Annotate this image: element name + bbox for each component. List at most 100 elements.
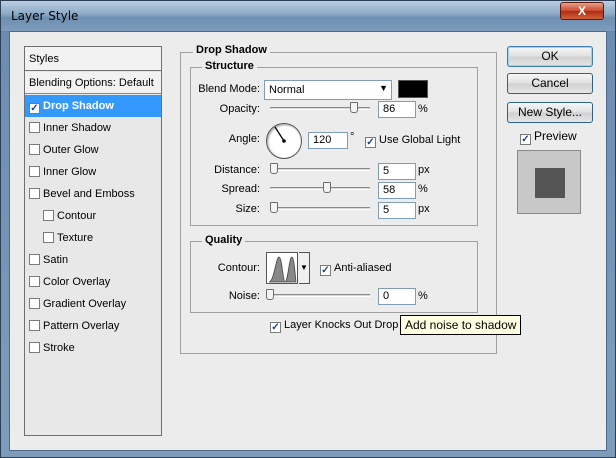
stroke-checkbox[interactable]: [29, 342, 40, 353]
angle-unit: °: [350, 131, 355, 143]
size-slider-thumb[interactable]: [270, 202, 278, 213]
gradient-overlay-checkbox[interactable]: [29, 298, 40, 309]
drop-shadow-group-title: Drop Shadow: [193, 44, 270, 56]
opacity-field[interactable]: 86: [378, 101, 416, 118]
window-title: Layer Style: [11, 9, 79, 23]
spread-label: Spread:: [221, 183, 260, 195]
noise-label: Noise:: [228, 290, 260, 302]
blend-mode-select[interactable]: Normal ▼: [264, 80, 392, 100]
style-item-label: Stroke: [43, 342, 75, 354]
distance-slider-thumb[interactable]: [270, 163, 278, 174]
noise-field[interactable]: 0: [378, 288, 416, 305]
style-item-label: Inner Shadow: [43, 122, 111, 134]
layer-knocks-out-option[interactable]: ✓ Layer Knocks Out Drop Sh: [270, 319, 415, 333]
use-global-light-checkbox[interactable]: ✓: [365, 137, 376, 148]
anti-aliased-checkbox[interactable]: ✓: [320, 265, 331, 276]
quality-group-title: Quality: [202, 234, 246, 246]
styles-list: Styles Blending Options: Default ✓ Drop S…: [24, 46, 162, 436]
layer-knocks-out-label: Layer Knocks Out Drop Sh: [284, 319, 415, 331]
style-preview-thumbnail: [517, 150, 581, 214]
use-global-light-option[interactable]: ✓ Use Global Light: [365, 134, 460, 148]
style-item-label: Texture: [57, 232, 94, 244]
size-label: Size:: [235, 203, 260, 215]
style-item-contour[interactable]: Contour: [25, 205, 161, 227]
opacity-slider-thumb[interactable]: [350, 102, 358, 113]
inner-shadow-checkbox[interactable]: [29, 122, 40, 133]
title-bar[interactable]: Layer Style X: [1, 1, 615, 31]
styles-header[interactable]: Styles: [25, 47, 161, 71]
style-item-label: Gradient Overlay: [43, 298, 127, 310]
anti-aliased-option[interactable]: ✓ Anti-aliased: [320, 262, 391, 276]
style-item-satin[interactable]: Satin: [25, 249, 161, 271]
spread-slider-track[interactable]: [270, 187, 370, 190]
style-item-label: Contour: [57, 210, 97, 222]
distance-slider-track[interactable]: [270, 168, 370, 171]
preview-option[interactable]: ✓ Preview: [520, 129, 577, 145]
ok-button[interactable]: OK: [507, 46, 593, 67]
angle-dial-needle-icon: [274, 126, 286, 143]
opacity-unit: %: [418, 103, 428, 115]
blending-options-item[interactable]: Blending Options: Default: [25, 72, 161, 94]
preview-square: [535, 168, 565, 198]
style-item-bevel-emboss[interactable]: Bevel and Emboss: [25, 183, 161, 205]
style-item-label: Color Overlay: [43, 276, 111, 288]
layer-knocks-out-checkbox[interactable]: ✓: [270, 322, 281, 333]
spread-unit: %: [418, 183, 428, 195]
style-item-inner-shadow[interactable]: Inner Shadow: [25, 117, 161, 139]
contour-picker[interactable]: [266, 252, 298, 284]
contour-checkbox[interactable]: [43, 210, 54, 221]
anti-aliased-label: Anti-aliased: [334, 262, 392, 274]
texture-checkbox[interactable]: [43, 232, 54, 243]
satin-checkbox[interactable]: [29, 254, 40, 265]
style-item-label: Satin: [43, 254, 69, 266]
style-item-label: Drop Shadow: [43, 100, 114, 112]
size-slider-track[interactable]: [270, 207, 370, 210]
color-overlay-checkbox[interactable]: [29, 276, 40, 287]
layer-style-dialog: Layer Style X Styles Blending Options: D…: [0, 0, 616, 458]
opacity-label: Opacity:: [219, 103, 260, 115]
contour-curve-icon: [268, 256, 297, 283]
size-unit: px: [418, 203, 430, 215]
pattern-overlay-checkbox[interactable]: [29, 320, 40, 331]
new-style-button[interactable]: New Style...: [507, 102, 593, 123]
noise-slider-thumb[interactable]: [266, 289, 274, 300]
inner-glow-checkbox[interactable]: [29, 166, 40, 177]
spread-slider-thumb[interactable]: [323, 182, 331, 193]
angle-label: Angle:: [228, 133, 260, 145]
shadow-color-swatch[interactable]: [398, 80, 428, 98]
outer-glow-checkbox[interactable]: [29, 144, 40, 155]
noise-slider-track[interactable]: [270, 294, 370, 297]
style-item-label: Inner Glow: [43, 166, 97, 178]
quality-group: [190, 241, 478, 313]
angle-dial[interactable]: [266, 123, 302, 159]
style-item-stroke[interactable]: Stroke: [25, 337, 161, 359]
close-button[interactable]: X: [560, 2, 604, 20]
cancel-button[interactable]: Cancel: [507, 73, 593, 94]
distance-unit: px: [418, 164, 430, 176]
style-item-outer-glow[interactable]: Outer Glow: [25, 139, 161, 161]
style-item-texture[interactable]: Texture: [25, 227, 161, 249]
style-item-label: Bevel and Emboss: [43, 188, 135, 200]
size-field[interactable]: 5: [378, 202, 416, 219]
drop-shadow-checkbox[interactable]: ✓: [29, 103, 40, 114]
use-global-light-label: Use Global Light: [379, 134, 461, 146]
style-item-label: Pattern Overlay: [43, 320, 120, 332]
distance-label: Distance:: [214, 164, 260, 176]
distance-field[interactable]: 5: [378, 163, 416, 180]
spread-field[interactable]: 58: [378, 182, 416, 199]
preview-label: Preview: [534, 129, 577, 143]
style-item-pattern-overlay[interactable]: Pattern Overlay: [25, 315, 161, 337]
style-item-gradient-overlay[interactable]: Gradient Overlay: [25, 293, 161, 315]
noise-tooltip: Add noise to shadow: [400, 315, 522, 335]
contour-dropdown-chevron-icon[interactable]: ▼: [299, 252, 310, 284]
style-item-drop-shadow[interactable]: ✓ Drop Shadow: [25, 95, 161, 117]
structure-group-title: Structure: [202, 60, 257, 72]
dialog-body: Styles Blending Options: Default ✓ Drop S…: [9, 31, 607, 451]
style-item-color-overlay[interactable]: Color Overlay: [25, 271, 161, 293]
noise-unit: %: [418, 290, 428, 302]
preview-checkbox[interactable]: ✓: [520, 134, 531, 145]
bevel-emboss-checkbox[interactable]: [29, 188, 40, 199]
angle-field[interactable]: 120: [308, 132, 348, 149]
style-item-label: Outer Glow: [43, 144, 99, 156]
style-item-inner-glow[interactable]: Inner Glow: [25, 161, 161, 183]
